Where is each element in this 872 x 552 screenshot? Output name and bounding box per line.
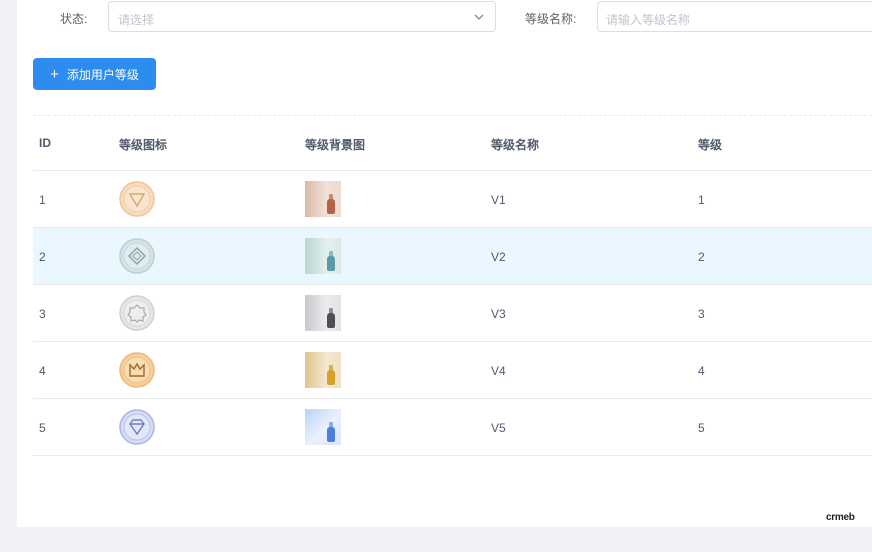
level-name-input[interactable]: 请输入等级名称 bbox=[597, 1, 872, 32]
level-background-thumb bbox=[305, 352, 341, 388]
user-level-table: ID 等级图标 等级背景图 等级名称 等级 1 V1 1 2 V2 2 3 V3… bbox=[33, 116, 872, 456]
star-medal-icon bbox=[119, 295, 155, 331]
cell-id: 1 bbox=[39, 193, 46, 207]
add-user-level-button[interactable]: + 添加用户等级 bbox=[33, 58, 156, 90]
cell-level-name: V1 bbox=[491, 193, 506, 207]
cell-level: 5 bbox=[698, 421, 705, 435]
cell-level: 2 bbox=[698, 250, 705, 264]
table-row[interactable]: 5 V5 5 bbox=[33, 399, 872, 456]
header-id[interactable]: ID bbox=[39, 136, 51, 150]
cell-id: 4 bbox=[39, 364, 46, 378]
cell-level-name: V5 bbox=[491, 421, 506, 435]
table-row[interactable]: 4 V4 4 bbox=[33, 342, 872, 399]
status-filter-label: 状态: bbox=[60, 12, 88, 26]
cell-id: 5 bbox=[39, 421, 46, 435]
table-row[interactable]: 3 V3 3 bbox=[33, 285, 872, 342]
cell-level-name: V2 bbox=[491, 250, 506, 264]
cell-id: 3 bbox=[39, 307, 46, 321]
level-background-thumb bbox=[305, 409, 341, 445]
cell-level: 1 bbox=[698, 193, 705, 207]
cell-level: 3 bbox=[698, 307, 705, 321]
level-background-thumb bbox=[305, 295, 341, 331]
diamond-medal-icon bbox=[119, 238, 155, 274]
level-background-thumb bbox=[305, 238, 341, 274]
status-select[interactable]: 请选择 bbox=[108, 1, 496, 32]
plus-icon: + bbox=[50, 65, 59, 83]
header-level-name[interactable]: 等级名称 bbox=[491, 136, 539, 153]
table-row[interactable]: 2 V2 2 bbox=[33, 228, 872, 285]
table-row[interactable]: 1 V1 1 bbox=[33, 171, 872, 228]
table-header: ID 等级图标 等级背景图 等级名称 等级 bbox=[33, 116, 872, 171]
triangle-medal-icon bbox=[119, 181, 155, 217]
status-select-placeholder: 请选择 bbox=[118, 13, 155, 27]
cell-level-name: V4 bbox=[491, 364, 506, 378]
add-user-level-label: 添加用户等级 bbox=[66, 67, 139, 82]
gem-medal-icon bbox=[119, 409, 155, 445]
level-name-placeholder: 请输入等级名称 bbox=[606, 13, 691, 27]
cell-level-name: V3 bbox=[491, 307, 506, 321]
cell-level: 4 bbox=[698, 364, 705, 378]
main-card: 状态: 请选择 等级名称: 请输入等级名称 + 添加用户等级 ID 等级图标 等… bbox=[17, 0, 872, 527]
header-level[interactable]: 等级 bbox=[698, 136, 722, 153]
cell-id: 2 bbox=[39, 250, 46, 264]
chevron-down-icon bbox=[474, 14, 484, 20]
level-background-thumb bbox=[305, 181, 341, 217]
name-filter-label: 等级名称: bbox=[525, 12, 577, 26]
crmeb-logo: crmeb bbox=[826, 512, 855, 523]
header-level-background[interactable]: 等级背景图 bbox=[305, 136, 365, 153]
header-level-icon[interactable]: 等级图标 bbox=[119, 136, 167, 153]
crown-medal-icon bbox=[119, 352, 155, 388]
